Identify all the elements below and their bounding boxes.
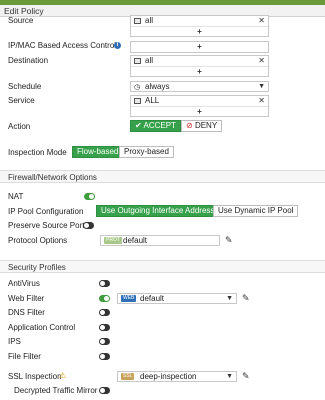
service-icon xyxy=(134,98,141,104)
decrypted-mirror-toggle[interactable] xyxy=(99,387,110,394)
preserve-source-port-toggle[interactable] xyxy=(83,222,94,229)
accept-button[interactable]: ✔ ACCEPT xyxy=(130,120,181,132)
app-control-toggle[interactable] xyxy=(99,324,110,331)
remove-icon[interactable]: ✕ xyxy=(258,56,265,66)
ipmac-label: IP/MAC Based Access Control xyxy=(8,41,117,50)
flow-based-button[interactable]: Flow-based xyxy=(72,146,124,158)
service-label: Service xyxy=(8,96,35,105)
source-field[interactable]: all ✕ + xyxy=(130,15,269,37)
destination-field[interactable]: all ✕ + xyxy=(130,55,269,77)
ssl-inspection-value: deep-inspection xyxy=(140,372,197,381)
use-outgoing-interface-button[interactable]: Use Outgoing Interface Address xyxy=(96,205,220,217)
web-badge: WEB xyxy=(121,295,137,302)
decrypted-mirror-label: Decrypted Traffic Mirror xyxy=(14,386,98,395)
clock-icon: ◷ xyxy=(134,84,141,91)
source-label: Source xyxy=(8,16,34,25)
deny-label: DENY xyxy=(194,121,218,130)
address-icon xyxy=(134,58,141,64)
source-value: all xyxy=(145,16,154,25)
schedule-value: always xyxy=(145,82,170,91)
edit-icon[interactable]: ✎ xyxy=(242,371,250,382)
edit-icon[interactable]: ✎ xyxy=(242,293,250,304)
protocol-options-select[interactable]: PROT default xyxy=(100,235,220,246)
info-icon[interactable]: i xyxy=(114,42,121,49)
nat-label: NAT xyxy=(8,192,24,201)
service-value: ALL xyxy=(145,96,160,105)
warning-icon: ⚠ xyxy=(59,371,67,380)
deny-icon: ⊘ xyxy=(186,121,193,130)
protocol-options-value: default xyxy=(123,236,148,245)
app-control-label: Application Control xyxy=(8,323,76,332)
web-filter-value: default xyxy=(140,294,165,303)
file-filter-toggle[interactable] xyxy=(99,353,110,360)
edit-icon[interactable]: ✎ xyxy=(225,235,233,246)
schedule-label: Schedule xyxy=(8,82,42,91)
preserve-source-port-label: Preserve Source Port xyxy=(8,221,85,230)
firewall-section-header: Firewall/Network Options xyxy=(0,170,325,183)
ipmac-add-button[interactable]: + xyxy=(131,42,268,52)
ipmac-field[interactable]: + xyxy=(130,41,269,53)
prot-badge: PROT xyxy=(104,237,122,244)
antivirus-toggle[interactable] xyxy=(99,280,110,287)
remove-icon[interactable]: ✕ xyxy=(258,96,265,106)
destination-value: all xyxy=(145,56,154,65)
ssl-inspection-select[interactable]: SSL deep-inspection ▼ xyxy=(117,371,237,382)
schedule-select[interactable]: ◷ always ▼ xyxy=(130,81,269,92)
web-filter-toggle[interactable] xyxy=(99,295,110,302)
remove-icon[interactable]: ✕ xyxy=(258,16,265,26)
ips-toggle[interactable] xyxy=(99,338,110,345)
file-filter-label: File Filter xyxy=(8,352,41,361)
destination-label: Destination xyxy=(8,56,49,65)
ssl-badge: SSL xyxy=(121,373,135,380)
inspection-mode-label: Inspection Mode xyxy=(8,148,67,157)
protocol-options-label: Protocol Options xyxy=(8,236,68,245)
service-field[interactable]: ALL ✕ + xyxy=(130,95,269,117)
chevron-down-icon: ▼ xyxy=(226,295,233,302)
deny-button[interactable]: ⊘ DENY xyxy=(181,120,223,132)
antivirus-label: AntiVirus xyxy=(8,279,40,288)
accept-label: ACCEPT xyxy=(143,121,176,130)
dns-filter-toggle[interactable] xyxy=(99,309,110,316)
action-label: Action xyxy=(8,122,31,131)
destination-add-button[interactable]: + xyxy=(131,66,268,76)
dns-filter-label: DNS Filter xyxy=(8,308,45,317)
web-filter-label: Web Filter xyxy=(8,294,45,303)
address-icon xyxy=(134,18,141,24)
web-filter-select[interactable]: WEB default ▼ xyxy=(117,293,237,304)
use-dynamic-ip-pool-button[interactable]: Use Dynamic IP Pool xyxy=(213,205,299,217)
nat-toggle[interactable] xyxy=(84,193,95,200)
ip-pool-label: IP Pool Configuration xyxy=(8,207,84,216)
check-icon: ✔ xyxy=(135,121,142,130)
ssl-inspection-label: SSL Inspection xyxy=(8,372,62,381)
service-add-button[interactable]: + xyxy=(131,106,268,116)
ips-label: IPS xyxy=(8,337,21,346)
chevron-down-icon: ▼ xyxy=(226,373,233,380)
source-add-button[interactable]: + xyxy=(131,26,268,36)
security-section-header: Security Profiles xyxy=(0,260,325,273)
proxy-based-button[interactable]: Proxy-based xyxy=(119,146,174,158)
chevron-down-icon: ▼ xyxy=(258,83,265,90)
